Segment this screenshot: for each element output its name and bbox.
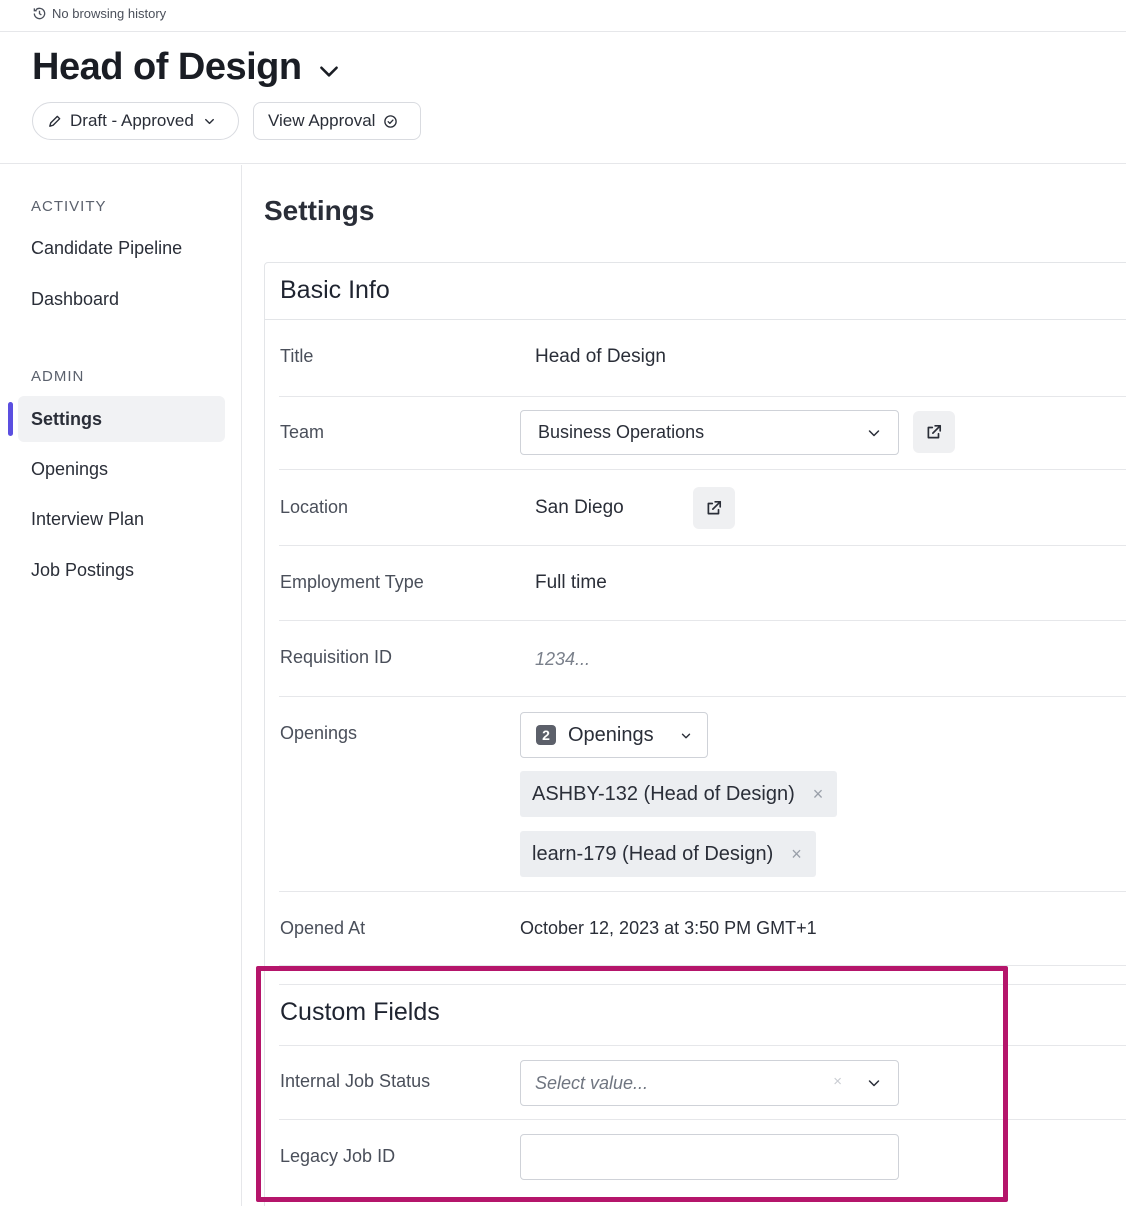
chevron-down-icon bbox=[681, 733, 691, 739]
opened-at-value: October 12, 2023 at 3:50 PM GMT+1 bbox=[520, 918, 817, 938]
employment-type-label: Employment Type bbox=[280, 572, 424, 592]
openings-select-label: Openings bbox=[568, 723, 654, 746]
sidebar-section-admin: ADMIN bbox=[31, 368, 85, 385]
basic-info-header: Basic Info bbox=[264, 262, 1126, 320]
view-approval-button[interactable]: View Approval bbox=[253, 102, 421, 140]
chevron-down-icon bbox=[204, 118, 214, 124]
sidebar-item-dashboard[interactable]: Dashboard bbox=[18, 276, 225, 322]
chevron-down-icon bbox=[319, 65, 338, 77]
location-value[interactable]: San Diego bbox=[535, 497, 624, 519]
sidebar-item-interview-plan[interactable]: Interview Plan bbox=[18, 496, 225, 542]
employment-type-value[interactable]: Full time bbox=[535, 572, 607, 594]
pencil-icon bbox=[49, 115, 61, 127]
divider bbox=[279, 696, 1126, 697]
sidebar-item-openings[interactable]: Openings bbox=[18, 446, 225, 492]
status-dropdown-button[interactable]: Draft - Approved bbox=[32, 102, 239, 140]
sidebar-section-activity: ACTIVITY bbox=[31, 198, 107, 215]
external-link-icon bbox=[927, 424, 942, 439]
divider bbox=[279, 545, 1126, 546]
custom-fields-highlight bbox=[256, 966, 1008, 1202]
status-label: Draft - Approved bbox=[70, 111, 194, 130]
divider bbox=[279, 891, 1126, 892]
chevron-down-icon bbox=[868, 429, 880, 436]
openings-label: Openings bbox=[280, 723, 358, 743]
opening-tag-label: learn-179 (Head of Design) bbox=[532, 842, 774, 865]
sidebar-item-candidate-pipeline[interactable]: Candidate Pipeline bbox=[18, 225, 225, 271]
opening-tag: ASHBY-132 (Head of Design) × bbox=[520, 771, 838, 817]
requisition-id-input[interactable]: 1234... bbox=[535, 649, 590, 670]
openings-count-badge: 2 bbox=[536, 725, 556, 745]
external-link-icon bbox=[707, 500, 722, 515]
requisition-id-label: Requisition ID bbox=[280, 647, 393, 667]
basic-info-heading: Basic Info bbox=[280, 276, 390, 304]
page-title: Head of Design bbox=[32, 46, 302, 88]
team-value: Business Operations bbox=[538, 422, 705, 442]
sidebar-item-settings[interactable]: Settings bbox=[8, 396, 225, 442]
location-open-link-button[interactable] bbox=[693, 487, 735, 529]
team-select[interactable]: Business Operations bbox=[520, 410, 899, 455]
team-open-link-button[interactable] bbox=[913, 411, 955, 453]
location-label: Location bbox=[280, 497, 349, 517]
divider bbox=[279, 469, 1126, 470]
view-approval-label: View Approval bbox=[268, 111, 376, 130]
opened-at-label: Opened At bbox=[280, 918, 366, 938]
browsing-history[interactable]: No browsing history bbox=[32, 6, 166, 21]
divider bbox=[279, 620, 1126, 621]
opening-tag: learn-179 (Head of Design) × bbox=[520, 831, 816, 877]
job-title-dropdown[interactable]: Head of Design bbox=[32, 46, 342, 89]
job-header: Head of Design Draft - Approved View App… bbox=[0, 32, 1126, 164]
remove-tag-button[interactable]: × bbox=[791, 844, 802, 865]
section-title: Settings bbox=[264, 195, 375, 226]
remove-tag-button[interactable]: × bbox=[813, 784, 824, 805]
opening-tag-label: ASHBY-132 (Head of Design) bbox=[532, 782, 795, 805]
history-text: No browsing history bbox=[52, 6, 167, 21]
title-value[interactable]: Head of Design bbox=[535, 346, 666, 368]
divider bbox=[279, 396, 1126, 397]
top-bar: No browsing history bbox=[0, 0, 1126, 32]
team-label: Team bbox=[280, 422, 325, 442]
history-icon bbox=[33, 7, 46, 20]
openings-select[interactable]: 2 Openings bbox=[520, 712, 708, 758]
title-label: Title bbox=[280, 346, 314, 366]
check-circle-icon bbox=[384, 114, 398, 128]
sidebar-item-job-postings[interactable]: Job Postings bbox=[18, 547, 225, 593]
